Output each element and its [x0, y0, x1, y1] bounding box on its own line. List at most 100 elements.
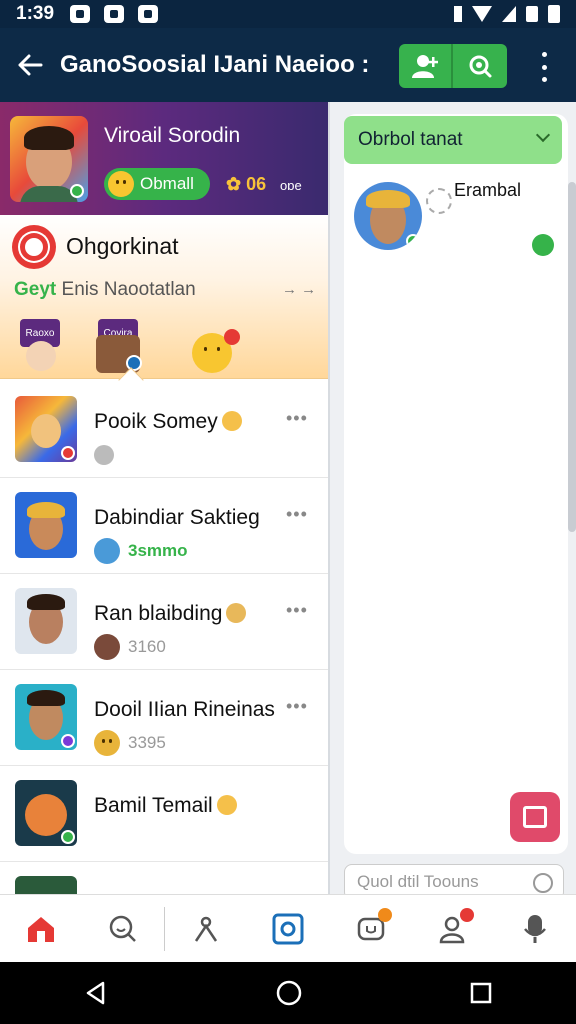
more-icon[interactable]: •••: [286, 696, 308, 717]
back-button[interactable]: [0, 28, 60, 102]
nav-search[interactable]: [82, 895, 164, 963]
youtube-icon: [70, 5, 91, 23]
avatar: [15, 684, 77, 750]
list-item[interactable]: Ran blaibding ••• 3160: [0, 574, 328, 670]
chat-subtitle: 3395: [94, 728, 166, 758]
organization-subtitle-accent: Geyt: [14, 279, 57, 300]
avatar[interactable]: [354, 182, 422, 250]
chat-name: Pooik Somey: [94, 410, 242, 434]
list-item[interactable]: Dooil IIian Rineinas ••• 3395: [0, 670, 328, 766]
chat-name: Dabindiar Saktieg: [94, 506, 260, 530]
profile-name: Viroail Sorodin: [104, 124, 241, 147]
battery-icon: [548, 5, 560, 23]
chat-name-text: Pooik Somey: [94, 410, 218, 433]
signal-icon: [502, 6, 516, 22]
recents-square-icon[interactable]: [469, 981, 493, 1005]
compose-button[interactable]: [510, 792, 560, 842]
organization-subtitle: Geyt Enis Naootatlan: [14, 279, 196, 301]
photo-icon: [104, 5, 125, 23]
camera-icon: [272, 913, 304, 944]
bluetooth-icon: [454, 6, 462, 22]
app-bar: GanoSoosial IJani Naeioo :: [0, 28, 576, 102]
back-triangle-icon[interactable]: [83, 980, 109, 1006]
avatar: [15, 396, 77, 462]
more-options-icon[interactable]: [532, 52, 556, 82]
conversation-select-label: Obrbol tanat: [358, 129, 463, 150]
chevron-down-icon: [535, 127, 551, 143]
organization-title: Ohgorkinat: [66, 233, 179, 259]
organization-card[interactable]: Ohgorkinat Geyt Enis Naootatlan → → Raox…: [0, 215, 328, 393]
chat-name: Ran blaibding: [94, 602, 247, 626]
more-icon[interactable]: •••: [286, 600, 308, 621]
chat-subtitle-text: 3395: [128, 733, 166, 752]
list-item[interactable]: Dabindiar Saktieg ••• 3smmo: [0, 478, 328, 574]
chat-subtitle: 3160: [94, 632, 166, 662]
sim-icon: [526, 6, 538, 22]
notification-dot: [224, 329, 240, 345]
organization-subtitle-text: Enis Naootatlan: [61, 279, 196, 300]
list-item[interactable]: [0, 862, 328, 894]
heart-cat-icon: [216, 795, 237, 815]
avatar: [15, 588, 77, 654]
image-icon: [138, 5, 159, 23]
conversation-select[interactable]: Obrbol tanat: [344, 116, 562, 164]
cat-emoji-icon: [221, 411, 242, 431]
app-title: GanoSoosial IJani Naeioo :: [60, 51, 370, 78]
nav-camera[interactable]: [247, 895, 329, 963]
nav-mic[interactable]: [494, 895, 576, 963]
mini-avatar: [94, 634, 120, 660]
profile-extra: oɒe: [280, 178, 302, 193]
search-icon: [109, 915, 137, 942]
chat-name-text: Ran blaibding: [94, 602, 223, 625]
system-nav: [0, 962, 576, 1024]
flower-icon: [12, 225, 56, 269]
home-circle-icon[interactable]: [275, 979, 303, 1007]
mic-icon[interactable]: [533, 873, 553, 893]
add-contact-button[interactable]: [399, 44, 453, 88]
status-icon: [94, 445, 114, 465]
chat-name-text: Dooil IIian Rineinas: [94, 698, 275, 721]
more-icon[interactable]: •••: [286, 504, 308, 525]
chat-subtitle: 3smmo: [94, 536, 188, 566]
nav-chat[interactable]: [330, 895, 412, 963]
check-icon: [532, 234, 554, 256]
emoji-icon: [226, 603, 247, 623]
bottom-nav: [0, 894, 576, 962]
coin-count: ✿ 06: [226, 174, 267, 194]
settings-icon: [426, 188, 452, 214]
tools-icon: [195, 916, 218, 942]
status-bar: 1:39: [0, 0, 576, 28]
nav-people[interactable]: [412, 895, 494, 963]
nav-home[interactable]: [0, 895, 82, 963]
nav-tools[interactable]: [165, 895, 247, 963]
status-icons: [454, 5, 560, 23]
search-button[interactable]: [453, 44, 507, 88]
chat-name-text: Dabindiar Saktieg: [94, 506, 260, 529]
mic-icon: [523, 914, 546, 943]
coin-count-value: 06: [246, 174, 267, 194]
arrow-left-icon: [18, 54, 43, 76]
mini-avatar: [94, 538, 120, 564]
smiley-icon: [108, 171, 134, 197]
status-time: 1:39: [16, 3, 55, 24]
mini-avatar-1[interactable]: [26, 341, 56, 371]
chat-subtitle-text: 3smmo: [128, 541, 188, 560]
profile-header[interactable]: Viroail Sorodin Obmall ✿ 06 oɒe: [0, 102, 328, 215]
chat-name-text: Bamil Temail: [94, 794, 213, 817]
status-pill[interactable]: Obmall: [104, 168, 210, 200]
chat-name: Dooil IIian Rineinas: [94, 698, 275, 722]
list-item[interactable]: Pooik Somey •••: [0, 382, 328, 478]
chat-subtitle: [94, 440, 122, 470]
list-item[interactable]: Bamil Temail: [0, 766, 328, 862]
chat-list-panel: Viroail Sorodin Obmall ✿ 06 oɒe Ohgorkin…: [0, 102, 328, 894]
smiley-icon: [94, 730, 120, 756]
message-input-placeholder: Quol dtil Toouns: [357, 872, 479, 891]
scrollbar[interactable]: [568, 182, 576, 532]
conversation-panel: Obrbol tanat Erambal Quol dtil Toouns: [328, 102, 576, 900]
arrow-right-icon[interactable]: → →: [282, 281, 316, 298]
avatar[interactable]: [10, 116, 88, 202]
more-icon[interactable]: •••: [286, 408, 308, 429]
status-pill-label: Obmall: [140, 174, 194, 193]
home-icon: [28, 916, 55, 942]
avatar: [15, 492, 77, 558]
